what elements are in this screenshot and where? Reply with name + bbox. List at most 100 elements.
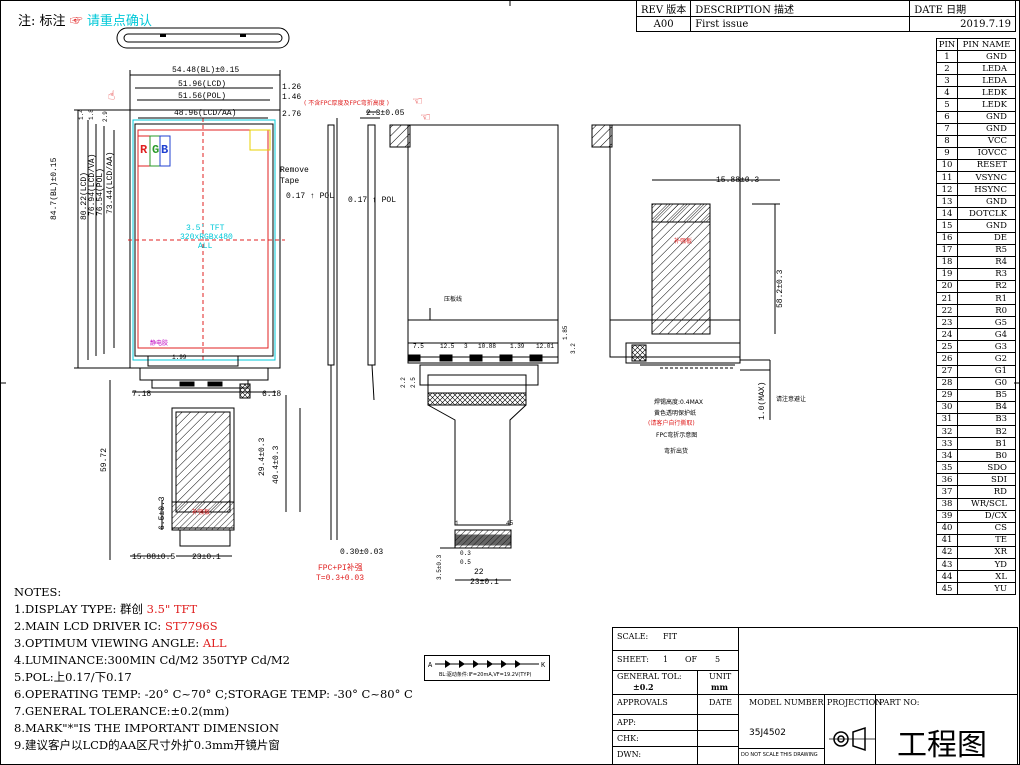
backlight-circuit-box: A K BL:驱动条件:IF=20mA,VF=19.2V(TYP) xyxy=(424,655,550,681)
note-line-part: 4.LUMINANCE:300MIN Cd/M2 350TYP Cd/M2 xyxy=(14,653,290,667)
pin-number: 22 xyxy=(936,304,958,318)
pin-number: 36 xyxy=(936,473,958,487)
pin-number: 7 xyxy=(936,122,958,136)
part-no-label: PART NO: xyxy=(879,698,920,707)
left-dims: 84.7(BL)±0.15 80.22(LCD) 76.94(LCD/VA) 7… xyxy=(50,152,160,320)
pin-row: 1 GND xyxy=(936,50,1016,64)
rgb-g: G xyxy=(152,143,160,157)
pin-row: 24 G4 xyxy=(936,328,1016,342)
pin-row: 34 B0 xyxy=(936,449,1016,463)
pin-number: 40 xyxy=(936,521,958,535)
dim-294: 29.4±0.3 xyxy=(258,437,267,476)
rgb-b: B xyxy=(161,143,169,157)
pin-row: 15 GND xyxy=(936,219,1016,233)
remove-tape-label-2: Tape xyxy=(280,177,300,186)
date-header: DATE 日期 xyxy=(909,0,1016,17)
dim-lcd-width: 51.96(LCD) xyxy=(178,80,227,89)
dim-618: 6.18 xyxy=(262,390,282,399)
pin-number: 8 xyxy=(936,134,958,148)
rev-value: A00 xyxy=(635,16,692,32)
pin-name: G0 xyxy=(957,376,1016,390)
pin-name: G3 xyxy=(957,340,1016,354)
press-line-label: 压板线 xyxy=(444,296,463,303)
pin-row: 31 B3 xyxy=(936,412,1016,427)
dim-25: 2.5 xyxy=(410,377,417,388)
note-line: 4.LUMINANCE:300MIN Cd/M2 350TYP Cd/M2 xyxy=(14,652,413,669)
dim-bl-width: 54.48(BL)±0.15 xyxy=(172,66,240,75)
dim-5972: 59.72 xyxy=(100,447,109,472)
pin-name: R5 xyxy=(957,243,1016,257)
approvals-date-label: DATE xyxy=(709,698,732,707)
pin-number: 30 xyxy=(936,400,958,414)
pin-number: 6 xyxy=(936,110,958,124)
pin-row: 9 IOVCC xyxy=(936,146,1016,160)
pin-row: 45 YU xyxy=(936,582,1016,596)
pin-name: GND xyxy=(957,219,1016,233)
bent-stiffener-label: 补强板 xyxy=(674,238,693,245)
note-line: 7.GENERAL TOLERANCE:±0.2(mm) xyxy=(14,703,413,720)
pin-row: 28 G0 xyxy=(936,376,1016,390)
pin-name: HSYNC xyxy=(957,183,1016,197)
pin-row: 16 DE xyxy=(936,231,1016,245)
dim-pol-height: 76.54(POL) xyxy=(96,167,105,216)
pin-number: 28 xyxy=(936,376,958,390)
led-chain-icon: A K xyxy=(428,660,546,670)
note-line: 2.MAIN LCD DRIVER IC: ST7796S xyxy=(14,618,413,635)
pin-name: B3 xyxy=(957,412,1016,427)
pin-row: 21 R1 xyxy=(936,291,1016,306)
dim-bl-height: 84.7(BL)±0.15 xyxy=(50,157,59,220)
pin-number: 45 xyxy=(936,582,958,596)
note-line-part: 9.建议客户以LCD的AA区尺寸外扩0.3mm开镜片窗 xyxy=(14,738,280,752)
note-line: 9.建议客户以LCD的AA区尺寸外扩0.3mm开镜片窗 xyxy=(14,737,413,754)
revision-table: REV 版本 DESCRIPTION 描述 DATE 日期 A00 First … xyxy=(635,0,1016,32)
pin-row: 39 D/CX xyxy=(936,509,1016,523)
pin-number: 43 xyxy=(936,558,958,572)
pin-name: G4 xyxy=(957,328,1016,342)
pin-name: R1 xyxy=(957,291,1016,306)
dim-65: 6.5±0.3 xyxy=(158,496,167,530)
fpc-thickness-label: T=0.3+0.03 xyxy=(316,574,365,583)
dim-pol-width: 51.56(POL) xyxy=(178,92,227,101)
pin-name: RESET xyxy=(957,158,1016,173)
drawing-title: 工程图 xyxy=(897,728,987,763)
pin-number: 3 xyxy=(936,74,958,88)
pointing-hand-icon-4: ☜ xyxy=(104,89,119,101)
dim-404: 40.4±0.3 xyxy=(272,445,281,484)
pin-number: 5 xyxy=(936,98,958,112)
solder-height-note: 焊锡高度:0.4MAX xyxy=(654,399,703,406)
dim-126: 1.26 xyxy=(282,83,302,92)
pin-number: 14 xyxy=(936,207,958,221)
dim-10max: 1.0(MAX) xyxy=(758,381,767,420)
approvals-label: APPROVALS xyxy=(617,698,668,707)
anode-label: A xyxy=(428,662,433,670)
app-label: APP: xyxy=(617,718,636,727)
pin-number: 17 xyxy=(936,243,958,257)
description-header: DESCRIPTION 描述 xyxy=(690,0,911,17)
pin-name: B2 xyxy=(957,424,1016,439)
note-line-part: 3.OPTIMUM VIEWING ANGLE: xyxy=(14,636,203,650)
note-line: 6.OPERATING TEMP: -20° C~70° C;STORAGE T… xyxy=(14,686,413,703)
pin-number: 39 xyxy=(936,509,958,523)
dim-29: 2.9 xyxy=(102,111,109,122)
pin-number: 21 xyxy=(936,291,958,306)
dim-1088: 10.88 xyxy=(478,343,497,350)
pin-row: 25 G3 xyxy=(936,340,1016,354)
pin-number: 37 xyxy=(936,485,958,499)
pin-name: GND xyxy=(957,50,1016,64)
dim-14: 1.4 xyxy=(78,109,85,120)
pin-row: 2 LEDA xyxy=(936,62,1016,76)
pin-name: B1 xyxy=(957,437,1016,451)
note-line-part: 8.MARK"*"IS THE IMPORTANT DIMENSION xyxy=(14,721,280,735)
dim-35: 3.5±0.3 xyxy=(436,554,443,580)
dim-3: 3 xyxy=(464,343,468,350)
pin-number: 13 xyxy=(936,195,958,209)
pin-number: 19 xyxy=(936,267,958,281)
header-note: 注: 标注 ☞ 请重点确认 xyxy=(18,10,152,29)
pin-row: 4 LEDK xyxy=(936,86,1016,100)
center-label-view: ALL xyxy=(198,242,213,251)
dim-05: 0.5 xyxy=(460,559,471,566)
pin-name: SDI xyxy=(957,473,1016,487)
pin-table-body: 1 GND 2 LEDA 3 LEDA 4 LEDK 5 LEDK 6 GND 7 GND 8 VCC 9 IOV… xyxy=(936,50,1016,596)
dim-aa-height: 73.44(LCD/AA) xyxy=(106,151,115,214)
pin-row: 19 R3 xyxy=(936,267,1016,281)
